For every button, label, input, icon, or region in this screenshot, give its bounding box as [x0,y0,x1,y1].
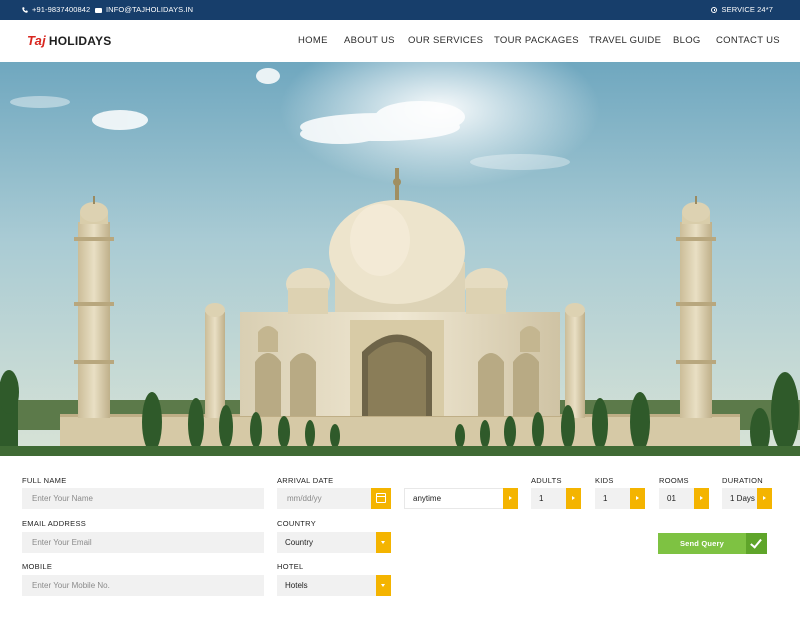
adults-value: 1 [539,494,544,503]
duration-label: DURATION [722,476,764,485]
duration-arrow-icon [757,488,772,509]
mobile-label: MOBILE [22,562,53,571]
arrival-time-select[interactable]: anytime [404,488,518,509]
nav-tour-packages[interactable]: TOUR PACKAGES [494,20,579,62]
nav-contact-us[interactable]: CONTACT US [716,20,780,62]
calendar-button[interactable] [371,488,391,509]
hotel-value: Hotels [285,581,308,590]
logo-taj: Taj [27,33,46,48]
country-value: Country [285,538,314,547]
mail-icon [95,7,102,13]
send-query-button[interactable]: Send Query [658,533,767,554]
site-logo[interactable]: Taj HOLIDAYS [27,20,111,62]
phone-contact[interactable]: +91-9837400842 [22,0,90,20]
calendar-icon [376,493,386,503]
adults-label: ADULTS [531,476,562,485]
duration-value: 1 Days [730,494,755,503]
phone-icon [22,7,28,13]
nav-travel-guide[interactable]: TRAVEL GUIDE [589,20,661,62]
nav-about-us[interactable]: ABOUT US [344,20,395,62]
adults-select[interactable]: 1 [531,488,581,509]
rooms-value: 01 [667,494,676,503]
site-header: Taj HOLIDAYS HOME ABOUT US OUR SERVICES T… [0,20,800,62]
duration-select[interactable]: 1 Days [722,488,772,509]
email-address: INFO@TAJHOLIDAYS.IN [106,5,194,14]
logo-holidays: HOLIDAYS [48,34,112,48]
email-contact[interactable]: INFO@TAJHOLIDAYS.IN [95,0,193,20]
phone-number: +91-9837400842 [32,5,91,14]
send-query-label: Send Query [679,539,725,548]
rooms-arrow-icon [694,488,709,509]
kids-value: 1 [603,494,608,503]
top-contact-bar: +91-9837400842 INFO@TAJHOLIDAYS.IN SERVI… [0,0,800,20]
nav-blog[interactable]: BLOG [673,20,701,62]
service-hours: SERVICE 24*7 [711,0,773,20]
adults-arrow-icon [566,488,581,509]
hero-image [0,62,800,456]
full-name-label: FULL NAME [22,476,67,485]
clock-icon [711,7,718,13]
hotel-label: HOTEL [277,562,304,571]
taj-mahal-illustration [0,62,800,456]
arrival-date-label: ARRIVAL DATE [277,476,334,485]
service-label: SERVICE 24*7 [721,5,773,14]
checkmark-icon [746,533,767,554]
kids-arrow-icon [630,488,645,509]
rooms-label: ROOMS [659,476,689,485]
nav-our-services[interactable]: OUR SERVICES [408,20,483,62]
nav-home[interactable]: HOME [298,20,328,62]
country-label: COUNTRY [277,519,317,528]
arrival-date-input[interactable] [277,488,371,509]
full-name-input[interactable] [22,488,264,509]
rooms-select[interactable]: 01 [659,488,709,509]
mobile-input[interactable] [22,575,264,596]
arrival-time-value: anytime [413,494,442,503]
email-input[interactable] [22,532,264,553]
email-label: EMAIL ADDRESS [22,519,87,528]
country-select[interactable]: Country [277,532,391,553]
kids-label: KIDS [595,476,614,485]
country-arrow-icon [376,532,391,553]
hotel-select[interactable]: Hotels [277,575,391,596]
kids-select[interactable]: 1 [595,488,645,509]
hotel-arrow-icon [376,575,391,596]
arrival-time-arrow-icon [503,488,518,509]
